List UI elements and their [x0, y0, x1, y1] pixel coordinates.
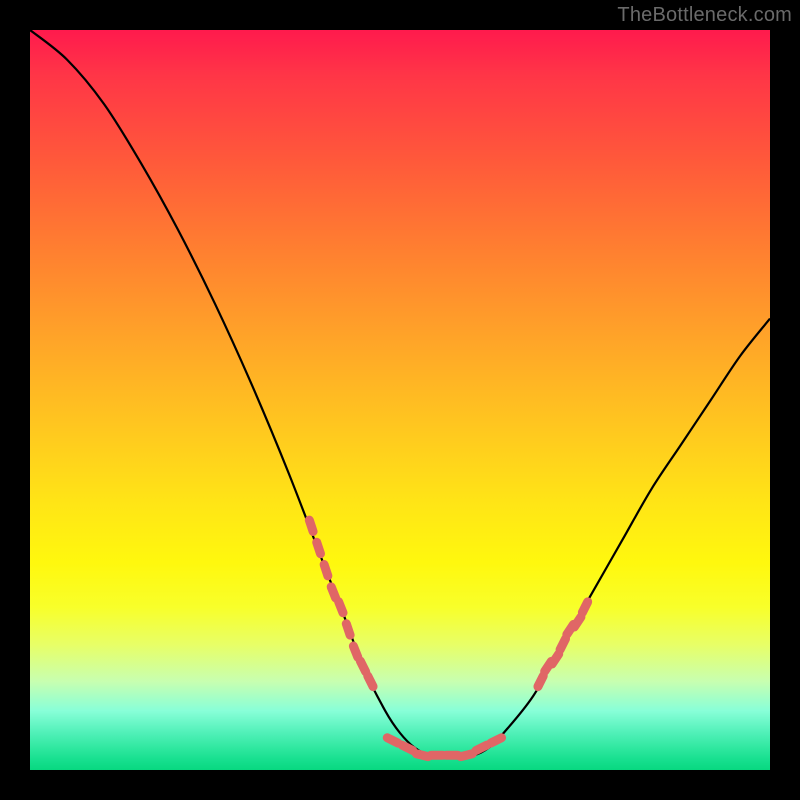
plot-area: [30, 30, 770, 770]
chart-container: TheBottleneck.com: [0, 0, 800, 800]
chart-svg: [30, 30, 770, 770]
curve-line: [30, 30, 770, 756]
watermark-text: TheBottleneck.com: [617, 4, 792, 27]
highlight-dots: [309, 520, 587, 757]
